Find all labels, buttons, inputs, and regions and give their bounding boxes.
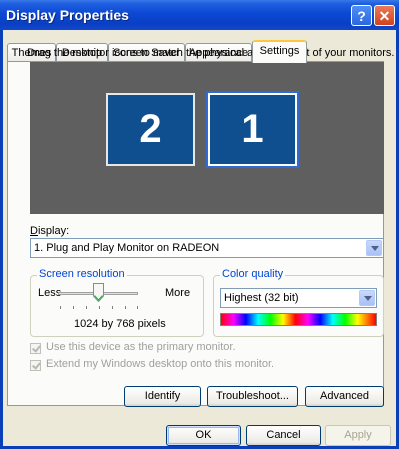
color-spectrum-bar: [220, 313, 377, 326]
apply-button[interactable]: Apply: [325, 425, 391, 446]
title-bar[interactable]: Display Properties ? ✕: [0, 0, 399, 30]
primary-monitor-label: Use this device as the primary monitor.: [46, 341, 236, 353]
chevron-down-icon[interactable]: [366, 240, 382, 256]
monitor-1-number: 1: [241, 107, 264, 151]
window-title: Display Properties: [6, 7, 129, 23]
resolution-value-text: 1024 by 768 pixels: [74, 318, 166, 330]
screen-resolution-title: Screen resolution: [37, 268, 127, 280]
slider-ticks: [60, 306, 138, 309]
ok-button[interactable]: OK: [166, 425, 241, 446]
color-quality-title: Color quality: [220, 268, 286, 280]
chevron-down-icon[interactable]: [359, 290, 375, 306]
help-icon: ?: [357, 8, 366, 24]
tab-settings[interactable]: Settings: [252, 40, 307, 63]
monitor-2-number: 2: [139, 107, 162, 151]
help-button[interactable]: ?: [351, 5, 372, 26]
advanced-button[interactable]: Advanced: [305, 386, 384, 407]
monitor-2-icon[interactable]: 2: [106, 93, 195, 166]
display-select-value: 1. Plug and Play Monitor on RADEON: [34, 242, 220, 254]
primary-monitor-checkbox[interactable]: [30, 343, 41, 354]
extend-desktop-checkbox[interactable]: [30, 360, 41, 371]
instruction-text: Drag the monitor icons to match the phys…: [27, 47, 395, 59]
display-select[interactable]: 1. Plug and Play Monitor on RADEON: [30, 238, 384, 258]
color-quality-select[interactable]: Highest (32 bit): [220, 288, 377, 308]
display-label-rest: isplay:: [37, 225, 70, 237]
monitor-arrangement-area[interactable]: 2 1: [30, 62, 384, 214]
slider-more-label: More: [165, 287, 191, 299]
extend-desktop-label: Extend my Windows desktop onto this moni…: [46, 358, 275, 370]
cancel-button[interactable]: Cancel: [246, 425, 321, 446]
troubleshoot-button[interactable]: Troubleshoot...: [207, 386, 298, 407]
identify-button[interactable]: Identify: [124, 386, 201, 407]
resolution-slider-thumb[interactable]: [93, 283, 104, 302]
color-quality-value: Highest (32 bit): [224, 292, 299, 304]
close-button[interactable]: ✕: [374, 5, 395, 26]
close-icon: ✕: [378, 8, 391, 24]
display-label: Display:: [30, 225, 70, 237]
monitor-1-icon[interactable]: 1: [206, 91, 299, 168]
